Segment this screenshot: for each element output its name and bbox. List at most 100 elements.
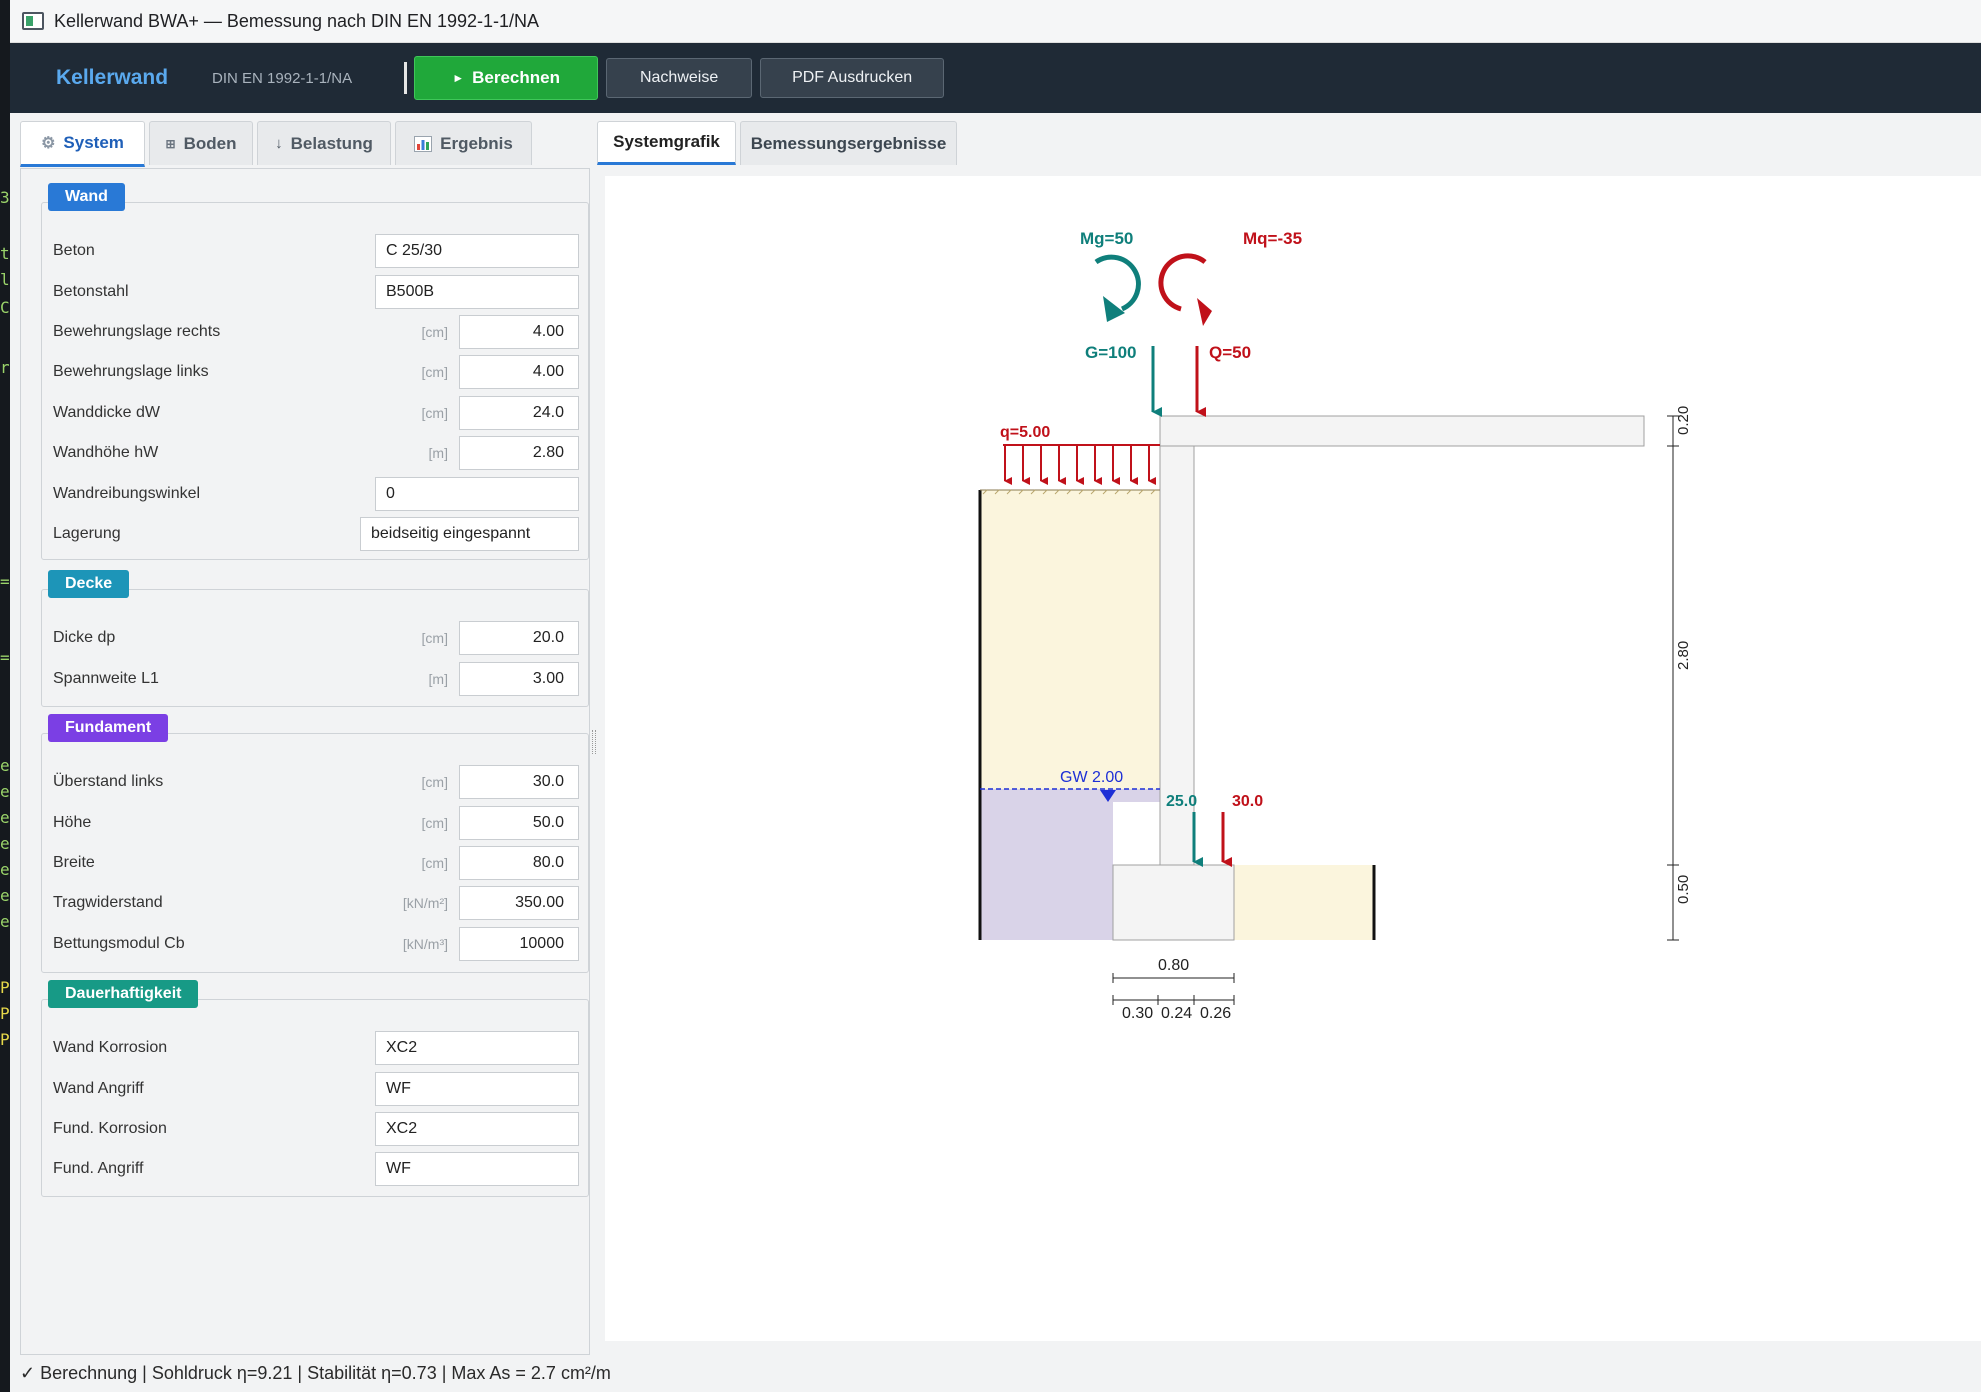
group-wand: Wand Beton C 25/30 Betonstahl B500B Bewe…	[41, 183, 590, 560]
footing-q-label: 30.0	[1232, 793, 1263, 810]
tab-ergebnis[interactable]: Ergebnis	[395, 121, 532, 165]
breite-input[interactable]: 80.0	[459, 846, 579, 880]
field-unit: [m]	[428, 445, 448, 461]
field-wand-korrosion: Wand Korrosion XC2	[42, 1031, 590, 1065]
field-label: Tragwiderstand	[53, 894, 163, 911]
wandreibungswinkel-input[interactable]: 0	[375, 477, 579, 511]
hoehe-input[interactable]: 50.0	[459, 806, 579, 840]
dim-part-3: 0.26	[1200, 1005, 1231, 1022]
field-bewehrung-rechts: Bewehrungslage rechts [cm] 4.00	[42, 315, 590, 349]
title-bar: Kellerwand BWA+ — Bemessung nach DIN EN …	[10, 0, 1981, 43]
tab-system[interactable]: ⚙ System	[20, 121, 145, 167]
ueberstand-links-input[interactable]: 30.0	[459, 765, 579, 799]
panel-splitter[interactable]	[592, 730, 596, 754]
field-betonstahl: Betonstahl B500B	[42, 275, 590, 309]
system-input-panel: Wand Beton C 25/30 Betonstahl B500B Bewe…	[20, 168, 590, 1355]
field-unit: [cm]	[421, 815, 448, 831]
field-fund-korrosion: Fund. Korrosion XC2	[42, 1112, 590, 1146]
field-wanddicke: Wanddicke dW [cm] 24.0	[42, 396, 590, 430]
field-wandreibungswinkel: Wandreibungswinkel 0	[42, 477, 590, 511]
group-fundament-title: Fundament	[48, 714, 169, 742]
group-wand-title: Wand	[48, 183, 125, 211]
arrow-down-icon: ↓	[275, 135, 283, 152]
group-dauerhaftigkeit-title: Dauerhaftigkeit	[48, 980, 199, 1008]
main-toolbar: Kellerwand DIN EN 1992-1-1/NA ► Berechne…	[10, 43, 1981, 113]
field-label: Dicke dp	[53, 629, 116, 646]
beton-select[interactable]: C 25/30	[375, 234, 579, 268]
mg-label: Mg=50	[1080, 229, 1133, 248]
field-label: Beton	[53, 242, 95, 259]
tragwiderstand-input[interactable]: 350.00	[459, 886, 579, 920]
tab-system-label: System	[63, 133, 124, 152]
field-label: Bewehrungslage links	[53, 363, 209, 380]
tab-systemgrafik[interactable]: Systemgrafik	[597, 121, 736, 165]
field-label: Wand Korrosion	[53, 1039, 168, 1056]
field-tragwiderstand: Tragwiderstand [kN/m²] 350.00	[42, 886, 590, 920]
q-load-arrows	[1004, 445, 1156, 485]
soil-right	[1234, 865, 1374, 940]
field-ueberstand-links: Überstand links [cm] 30.0	[42, 765, 590, 799]
pdf-button-label: PDF Ausdrucken	[792, 69, 913, 86]
norm-label: DIN EN 1992-1-1/NA	[212, 69, 353, 87]
pdf-print-button[interactable]: PDF Ausdrucken	[760, 58, 945, 98]
toolbar-separator	[404, 62, 408, 94]
dicke-dp-input[interactable]: 20.0	[459, 621, 579, 655]
bewehrung-rechts-input[interactable]: 4.00	[459, 315, 579, 349]
mg-moment-arrowhead	[1103, 296, 1125, 322]
checks-button-label: Nachweise	[639, 69, 719, 86]
dim-footing-label: 0.50	[1675, 875, 1692, 904]
wandhoehe-input[interactable]: 2.80	[459, 436, 579, 470]
g-load-label: G=100	[1085, 343, 1137, 362]
field-wand-angriff: Wand Angriff WF	[42, 1072, 590, 1106]
vertical-dimension	[1667, 415, 1679, 941]
chart-icon	[414, 135, 433, 152]
field-unit: [cm]	[421, 364, 448, 380]
field-label: Bewehrungslage rechts	[53, 323, 221, 340]
tab-bemessungsergebnisse[interactable]: Bemessungsergebnisse	[740, 121, 957, 165]
tab-systemgrafik-label: Systemgrafik	[613, 132, 720, 151]
tab-ergebnis-label: Ergebnis	[440, 133, 513, 153]
soil-backfill	[980, 490, 1160, 789]
field-fund-angriff: Fund. Angriff WF	[42, 1152, 590, 1186]
tab-boden[interactable]: ⊞ Boden	[149, 121, 253, 165]
field-label: Fund. Korrosion	[53, 1120, 167, 1137]
dim-width-label: 0.80	[1158, 957, 1189, 974]
window-title: Kellerwand BWA+ — Bemessung nach DIN EN …	[54, 10, 540, 31]
bewehrung-links-input[interactable]: 4.00	[459, 355, 579, 389]
fund-angriff-select[interactable]: WF	[375, 1152, 579, 1186]
mq-moment-arrowhead	[1197, 298, 1212, 326]
system-graphic-canvas: GW 2.00 q=5.00 Mg=50 Mq=-35 G=100 Q=50 2…	[605, 176, 1981, 1341]
group-fundament: Fundament Überstand links [cm] 30.0 Höhe…	[41, 714, 590, 973]
spannweite-input[interactable]: 3.00	[459, 662, 579, 696]
betonstahl-select[interactable]: B500B	[375, 275, 579, 309]
checks-button[interactable]: Nachweise	[606, 58, 753, 98]
wanddicke-input[interactable]: 24.0	[459, 396, 579, 430]
dim-wall-label: 2.80	[1675, 641, 1692, 670]
lagerung-select[interactable]: beidseitig eingespannt	[360, 517, 579, 551]
app-icon	[22, 12, 44, 30]
field-bewehrung-links: Bewehrungslage links [cm] 4.00	[42, 355, 590, 389]
mq-label: Mq=-35	[1243, 229, 1302, 248]
status-bar: ✓ Berechnung | Sohldruck η=9.21 | Stabil…	[20, 1363, 611, 1383]
ceiling-slab	[1159, 415, 1645, 447]
field-label: Überstand links	[53, 773, 164, 790]
tab-belastung[interactable]: ↓ Belastung	[257, 121, 391, 165]
bettungsmodul-input[interactable]: 10000	[459, 927, 579, 961]
field-unit: [m]	[428, 671, 448, 687]
gear-icon: ⚙	[41, 135, 56, 152]
fund-korrosion-select[interactable]: XC2	[375, 1112, 579, 1146]
field-hoehe: Höhe [cm] 50.0	[42, 806, 590, 840]
field-label: Wand Angriff	[53, 1080, 144, 1097]
field-unit: [cm]	[421, 324, 448, 340]
wand-angriff-select[interactable]: WF	[375, 1072, 579, 1106]
field-label: Spannweite L1	[53, 670, 159, 687]
system-drawing: GW 2.00 q=5.00 Mg=50 Mq=-35 G=100 Q=50 2…	[978, 229, 1692, 1022]
field-label: Bettungsmodul Cb	[53, 935, 185, 952]
tab-belastung-label: Belastung	[290, 133, 373, 153]
calculate-button[interactable]: ► Berechnen	[414, 56, 599, 100]
tab-bemessungsergebnisse-label: Bemessungsergebnisse	[750, 133, 947, 153]
footing	[1112, 864, 1235, 941]
field-lagerung: Lagerung beidseitig eingespannt	[42, 517, 590, 551]
wand-korrosion-select[interactable]: XC2	[375, 1031, 579, 1065]
dim-part-1: 0.30	[1122, 1005, 1153, 1022]
